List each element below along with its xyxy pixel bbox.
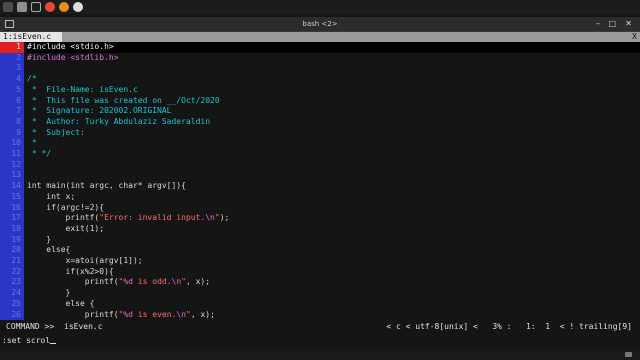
file-name: isEven.c (64, 322, 103, 331)
code-line[interactable]: exit(1); (27, 224, 640, 235)
terminal-icon[interactable] (31, 2, 41, 12)
code-line[interactable]: * Signature: 202002.ORIGINAL (27, 106, 640, 117)
line-number: 3 (16, 63, 21, 73)
code-line[interactable]: printf("Error: invalid input.\n"); (27, 213, 640, 224)
line-number: 8 (16, 116, 21, 126)
browser-icon[interactable] (73, 2, 83, 12)
command-text: :set scrol (2, 336, 51, 345)
line-number: 11 (11, 149, 21, 158)
line-number: 21 (11, 256, 21, 265)
code-line[interactable]: * (27, 138, 640, 149)
line-number: 24 (11, 288, 21, 298)
line-number: 1 (0, 42, 24, 53)
firefox-icon[interactable] (59, 2, 69, 12)
line-number: 9 (16, 127, 21, 137)
line-number: 14 (11, 181, 21, 191)
line-number: 22 (11, 266, 21, 276)
text-cursor (50, 343, 57, 344)
code-line[interactable]: * */ (27, 149, 640, 160)
code-line[interactable]: * Author: Turky Abdulaziz Saderaldin (27, 117, 640, 128)
files-icon[interactable] (17, 2, 27, 12)
code-line[interactable]: int main(int argc, char* argv[]){ (27, 181, 640, 192)
line-number: 23 (11, 277, 21, 287)
line-number: 16 (11, 202, 21, 212)
tab-isEven[interactable]: 1:isEven.c (0, 32, 62, 42)
line-number: 15 (11, 191, 21, 201)
line-number: 19 (11, 234, 21, 244)
code-line[interactable]: * Subject: (27, 128, 640, 139)
window-title: bash <2> (302, 20, 338, 28)
code-line[interactable] (27, 170, 640, 181)
line-number: 26 (11, 309, 21, 319)
line-number: 7 (16, 106, 21, 116)
code-line[interactable]: x=atoi(argv[1]); (27, 256, 640, 267)
minimize-icon[interactable]: – (596, 20, 600, 28)
tray-icon[interactable] (625, 352, 632, 357)
line-number: 18 (11, 223, 21, 233)
code-line[interactable]: if(argc!=2){ (27, 203, 640, 214)
line-number: 13 (11, 170, 21, 180)
code-line[interactable]: /* (27, 74, 640, 85)
line-number: 5 (16, 84, 21, 94)
bottom-bar (0, 349, 640, 360)
code-line[interactable]: } (27, 235, 640, 246)
code-line[interactable]: * This file was created on __/Oct/2020 (27, 96, 640, 107)
close-icon[interactable]: ✕ (625, 20, 632, 28)
line-number: 17 (11, 213, 21, 223)
code-line[interactable]: printf("%d is odd.\n", x); (27, 277, 640, 288)
line-number: 20 (11, 245, 21, 255)
editor-area[interactable]: 1 #include <stdio.h> 2 #include <stdlib.h> 3… (0, 42, 640, 320)
code-line[interactable]: printf("%d is even.\n", x); (27, 310, 640, 321)
code-line[interactable] (27, 63, 640, 74)
maximize-icon[interactable]: □ (608, 20, 616, 28)
code-line[interactable] (27, 160, 640, 171)
file-info: < c < utf-8[unix] < 3% : 1: 1 < ! traili… (386, 322, 632, 331)
code-line[interactable]: } (27, 288, 640, 299)
tab-close-button[interactable]: X (632, 32, 637, 42)
code-line[interactable]: else { (27, 299, 640, 310)
line-number: 4 (16, 74, 21, 84)
command-line[interactable]: :set scrol (0, 334, 640, 348)
code-line[interactable]: #include <stdio.h> (27, 42, 640, 53)
line-number: 12 (11, 159, 21, 169)
code-line[interactable]: if(x%2>0){ (27, 267, 640, 278)
mode-indicator: COMMAND >> (6, 322, 55, 331)
chrome-icon[interactable] (45, 2, 55, 12)
line-number: 6 (16, 95, 21, 105)
code-line[interactable]: else{ (27, 245, 640, 256)
line-number: 10 (11, 138, 21, 148)
vim-tabline: 1:isEven.c X (0, 32, 640, 42)
code-line[interactable]: #include <stdlib.h> (27, 53, 640, 64)
top-panel (0, 0, 640, 14)
code-line[interactable]: int x; (27, 192, 640, 203)
code-line[interactable]: * File-Name: isEven.c (27, 85, 640, 96)
line-number: 2 (16, 52, 21, 62)
window-titlebar[interactable]: bash <2> – □ ✕ (0, 17, 640, 32)
line-number: 25 (11, 298, 21, 308)
status-line: COMMAND >> isEven.c < c < utf-8[unix] < … (0, 320, 640, 334)
apps-grid-icon[interactable] (3, 2, 13, 12)
